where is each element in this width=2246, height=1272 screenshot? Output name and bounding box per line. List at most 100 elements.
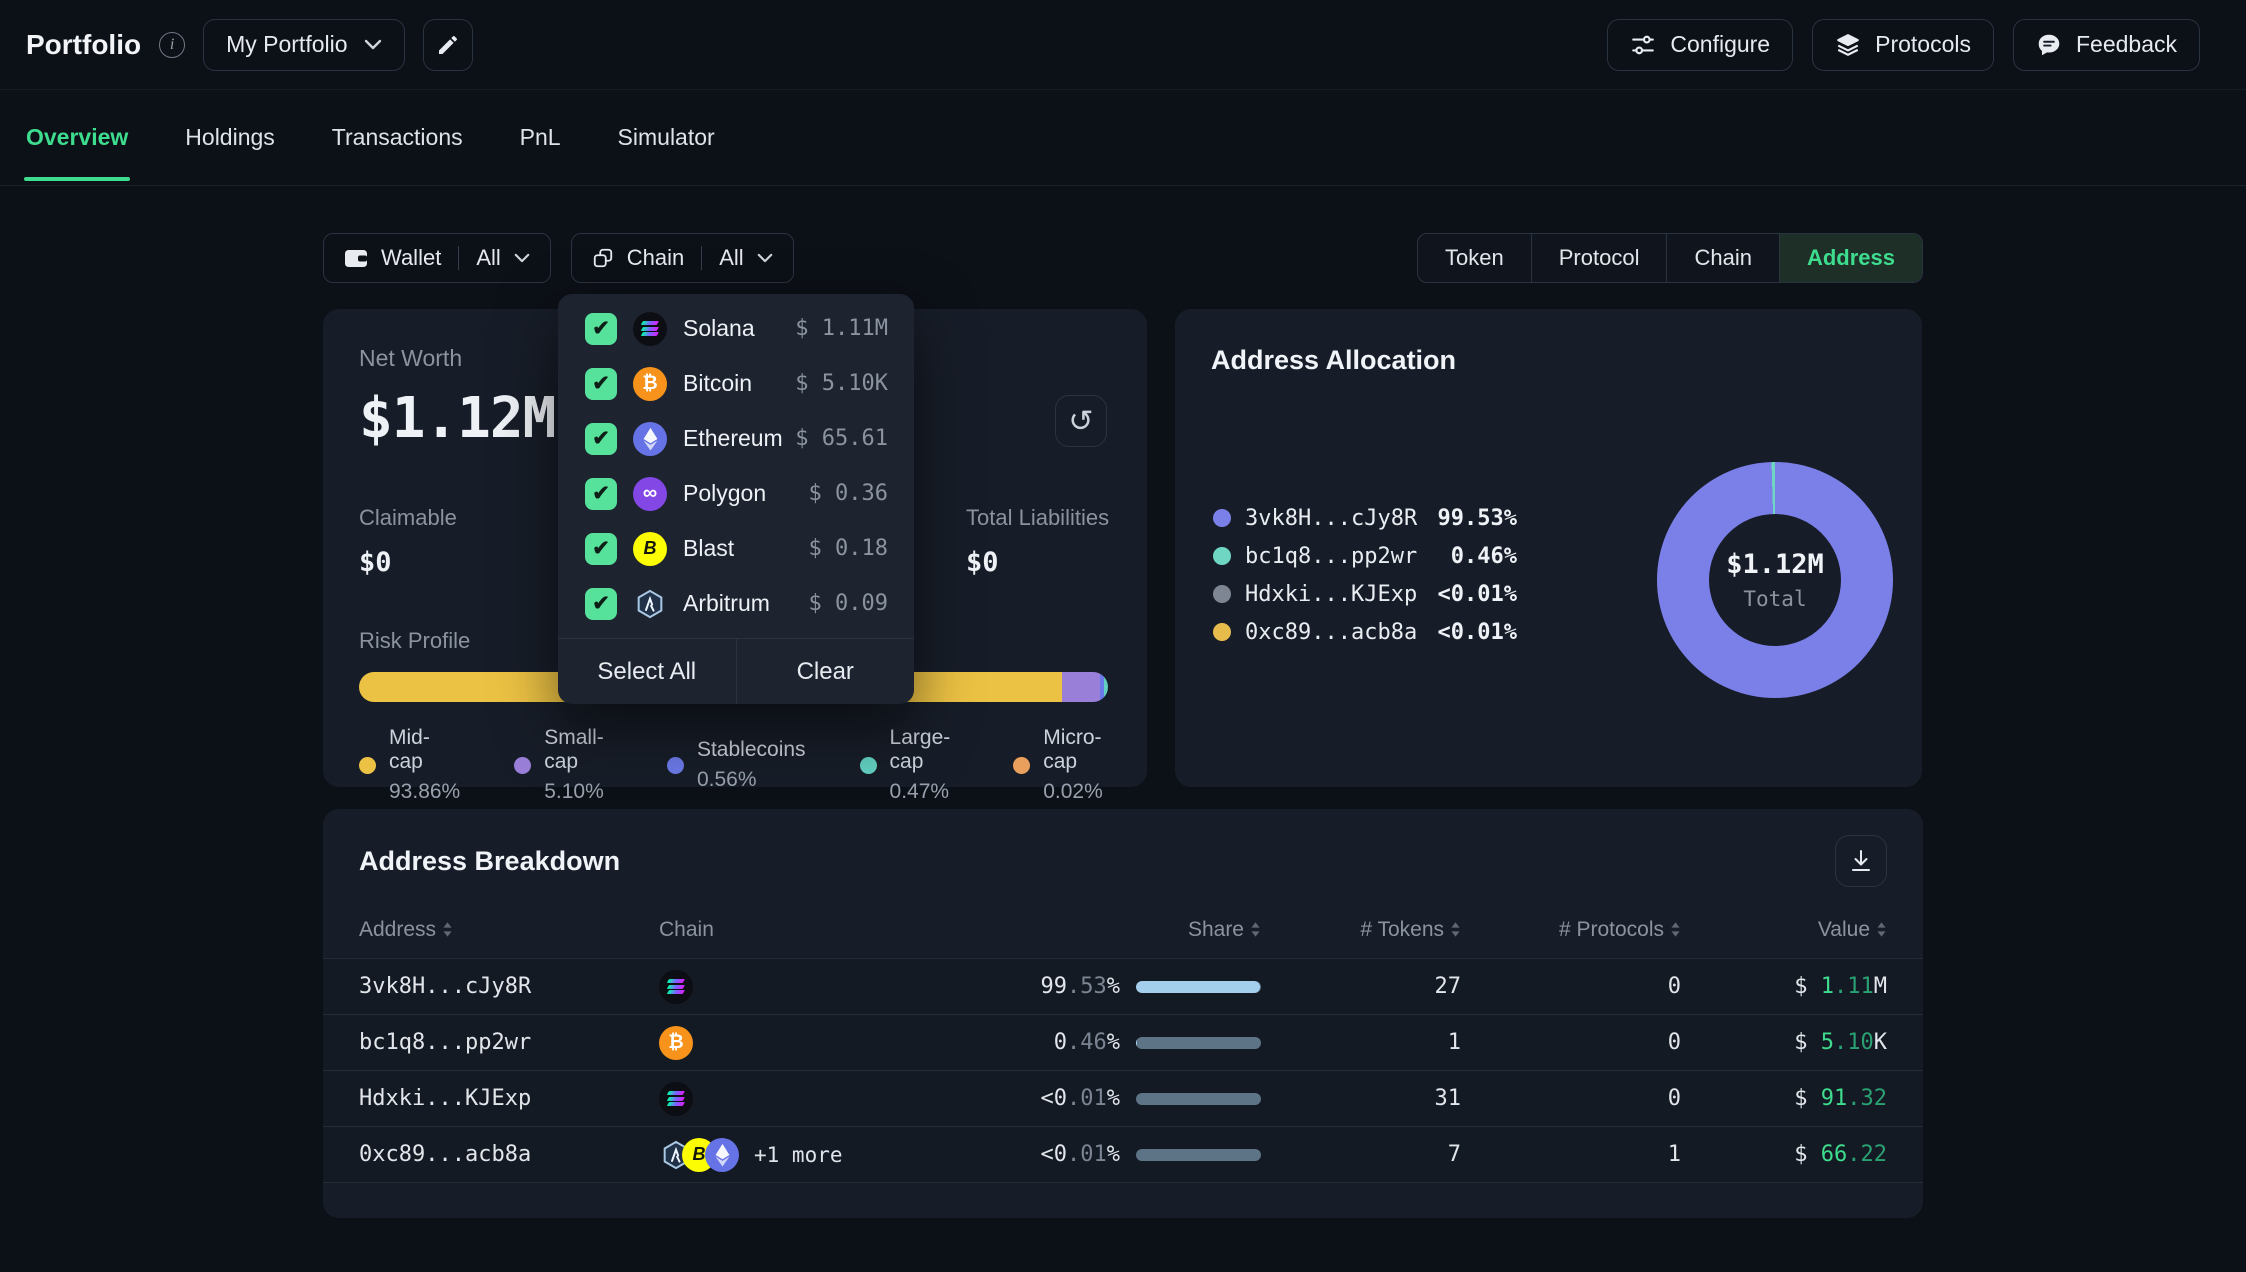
tab-transactions[interactable]: Transactions xyxy=(332,90,463,185)
sort-icon[interactable] xyxy=(442,921,453,938)
cell-share: 99.53% xyxy=(851,974,1261,999)
checkbox-checked-icon[interactable]: ✔ xyxy=(585,423,617,455)
share-bar xyxy=(1136,1149,1261,1161)
risk-category-name: Micro-cap xyxy=(1043,726,1111,774)
solana-icon xyxy=(659,1082,693,1116)
cell-protocols: 1 xyxy=(1461,1142,1681,1167)
info-icon[interactable]: i xyxy=(159,32,185,58)
sort-icon[interactable] xyxy=(1250,921,1261,938)
chain-option-arbitrum[interactable]: ✔Arbitrum$ 0.09 xyxy=(558,576,914,631)
column-header-value[interactable]: Value xyxy=(1681,918,1887,942)
sort-icon[interactable] xyxy=(1670,921,1681,938)
cell-share: 0.46% xyxy=(851,1030,1261,1055)
refresh-button[interactable]: ↺ xyxy=(1055,395,1107,447)
chevron-down-icon xyxy=(514,253,530,263)
allocation-pct: 0.46% xyxy=(1451,544,1517,569)
column-header-share[interactable]: Share xyxy=(851,918,1261,942)
portfolio-selector[interactable]: My Portfolio xyxy=(203,19,404,71)
legend-dot xyxy=(1213,509,1231,527)
tab-overview[interactable]: Overview xyxy=(26,90,128,185)
table-row[interactable]: 0xc89...acb8aB+1 more<0.01%71$ 66.22 xyxy=(323,1127,1923,1183)
chain-option-ethereum[interactable]: ✔Ethereum$ 65.61 xyxy=(558,411,914,466)
liabilities-label: Total Liabilities xyxy=(966,505,1109,531)
select-all-button[interactable]: Select All xyxy=(558,639,736,704)
table-row[interactable]: Hdxki...KJExp<0.01%310$ 91.32 xyxy=(323,1071,1923,1127)
tab-holdings[interactable]: Holdings xyxy=(185,90,275,185)
configure-button[interactable]: Configure xyxy=(1607,19,1793,71)
solana-icon xyxy=(633,312,667,346)
tab-pnl[interactable]: PnL xyxy=(520,90,561,185)
legend-dot xyxy=(514,757,531,774)
checkbox-checked-icon[interactable]: ✔ xyxy=(585,368,617,400)
allocation-legend-item[interactable]: Hdxki...KJExp<0.01% xyxy=(1213,575,1517,613)
allocation-address: 0xc89...acb8a xyxy=(1245,620,1424,645)
share-bar xyxy=(1136,1037,1261,1049)
chain-option-bitcoin[interactable]: ✔₿Bitcoin$ 5.10K xyxy=(558,356,914,411)
risk-category-name: Small-cap xyxy=(544,726,613,774)
cell-share: <0.01% xyxy=(851,1086,1261,1111)
view-option-chain[interactable]: Chain xyxy=(1666,234,1778,282)
legend-dot xyxy=(1213,547,1231,565)
allocation-legend: 3vk8H...cJy8R99.53%bc1q8...pp2wr0.46%Hdx… xyxy=(1213,499,1517,651)
checkbox-checked-icon[interactable]: ✔ xyxy=(585,588,617,620)
wallet-icon xyxy=(344,247,368,269)
allocation-title: Address Allocation xyxy=(1211,345,1886,376)
allocation-legend-item[interactable]: bc1q8...pp2wr0.46% xyxy=(1213,537,1517,575)
chain-dropdown-items: ✔Solana$ 1.11M✔₿Bitcoin$ 5.10K✔Ethereum$… xyxy=(558,301,914,631)
chain-option-polygon[interactable]: ✔∞Polygon$ 0.36 xyxy=(558,466,914,521)
chain-option-solana[interactable]: ✔Solana$ 1.11M xyxy=(558,301,914,356)
wallet-filter-button[interactable]: Wallet All xyxy=(323,233,551,283)
allocation-legend-item[interactable]: 3vk8H...cJy8R99.53% xyxy=(1213,499,1517,537)
sort-icon[interactable] xyxy=(1450,921,1461,938)
liabilities-value: $0 xyxy=(966,547,1109,578)
divider xyxy=(458,246,459,270)
checkbox-checked-icon[interactable]: ✔ xyxy=(585,313,617,345)
risk-segment-small-cap xyxy=(1062,672,1100,702)
sort-icon[interactable] xyxy=(1876,921,1887,938)
column-header-tokens[interactable]: # Tokens xyxy=(1261,918,1461,942)
bitcoin-icon: ₿ xyxy=(659,1026,693,1060)
view-option-address[interactable]: Address xyxy=(1779,234,1922,282)
protocols-button[interactable]: Protocols xyxy=(1812,19,1994,71)
solana-icon xyxy=(659,970,693,1004)
tab-simulator[interactable]: Simulator xyxy=(618,90,715,185)
cell-address: 3vk8H...cJy8R xyxy=(359,974,659,999)
cell-value: $ 91.32 xyxy=(1681,1086,1887,1111)
risk-legend: Mid-cap93.86%Small-cap5.10%Stablecoins0.… xyxy=(359,726,1111,804)
cell-protocols: 0 xyxy=(1461,1030,1681,1055)
chain-option-blast[interactable]: ✔BBlast$ 0.18 xyxy=(558,521,914,576)
feedback-button[interactable]: Feedback xyxy=(2013,19,2200,71)
column-header-address[interactable]: Address xyxy=(359,918,659,942)
view-option-protocol[interactable]: Protocol xyxy=(1531,234,1667,282)
chain-option-value: $ 0.18 xyxy=(809,536,888,561)
table-row[interactable]: 3vk8H...cJy8R99.53%270$ 1.11M xyxy=(323,959,1923,1015)
checkbox-checked-icon[interactable]: ✔ xyxy=(585,533,617,565)
legend-dot xyxy=(1213,623,1231,641)
clear-button[interactable]: Clear xyxy=(736,639,915,704)
chain-option-name: Polygon xyxy=(683,480,766,507)
share-bar xyxy=(1136,1093,1261,1105)
breakdown-title: Address Breakdown xyxy=(359,846,620,877)
legend-dot xyxy=(359,757,376,774)
allocation-pct: <0.01% xyxy=(1438,620,1517,645)
blast-icon: B xyxy=(633,532,667,566)
risk-category-name: Large-cap xyxy=(890,726,960,774)
chain-filter-button[interactable]: Chain All xyxy=(571,233,794,283)
checkbox-checked-icon[interactable]: ✔ xyxy=(585,478,617,510)
column-header-protocols[interactable]: # Protocols xyxy=(1461,918,1681,942)
download-button[interactable] xyxy=(1835,835,1887,887)
allocation-legend-item[interactable]: 0xc89...acb8a <0.01% xyxy=(1213,613,1517,651)
view-option-token[interactable]: Token xyxy=(1418,234,1531,282)
legend-dot xyxy=(667,757,684,774)
chain-filter-label: Chain xyxy=(627,245,684,271)
wallet-filter-label: Wallet xyxy=(381,245,441,271)
legend-dot xyxy=(1013,757,1030,774)
chain-option-name: Ethereum xyxy=(683,425,783,452)
allocation-pct: 99.53% xyxy=(1438,506,1517,531)
table-row[interactable]: bc1q8...pp2wr₿0.46%10$ 5.10K xyxy=(323,1015,1923,1071)
chain-option-name: Bitcoin xyxy=(683,370,752,397)
edit-portfolio-button[interactable] xyxy=(423,19,473,71)
chain-icon xyxy=(592,247,614,269)
cell-protocols: 0 xyxy=(1461,1086,1681,1111)
allocation-pct: <0.01% xyxy=(1438,582,1517,607)
